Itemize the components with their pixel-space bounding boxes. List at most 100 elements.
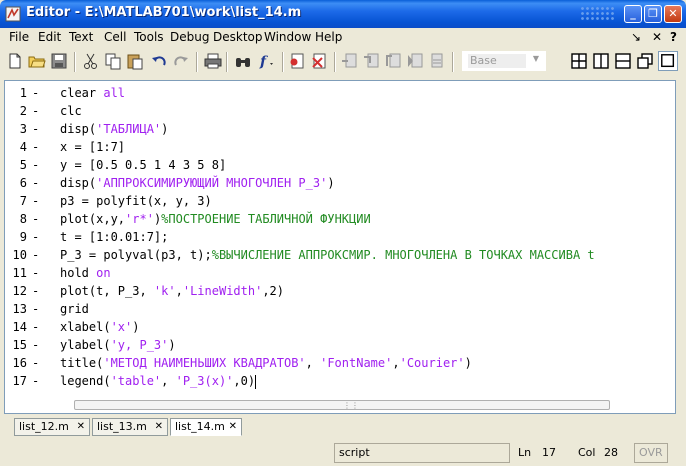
float-icon[interactable] (636, 52, 654, 70)
undock-icon[interactable]: ↘ (631, 30, 641, 44)
tab-label: list_14.m (175, 420, 225, 433)
breakpoint-dash[interactable]: - (32, 336, 39, 354)
save-icon[interactable] (50, 52, 68, 70)
code-text: ylabel( (60, 338, 111, 352)
code-string: 'МЕТОД НАИМЕНЬШИХ КВАДРАТОВ' (103, 356, 306, 370)
tab-list-12[interactable]: list_12.m ✕ (14, 418, 90, 436)
code-line[interactable]: disp('АППРОКСИМИРУЮЩИЙ МНОГОЧЛЕН P_3') (60, 174, 655, 192)
code-area[interactable]: clear all clc disp('ТАБЛИЦА') x = [1:7] y = … (60, 84, 655, 390)
code-line[interactable]: P_3 = polyval(p3, t);%ВЫЧИСЛЕНИЕ АППРОКС… (60, 246, 655, 264)
maximize-icon[interactable] (658, 51, 678, 71)
menu-desktop[interactable]: Desktop (213, 30, 263, 44)
code-line[interactable]: hold on (60, 264, 655, 282)
code-line[interactable]: plot(x,y,'r*')%ПОСТРОЕНИЕ ТАБЛИЧНОЙ ФУНК… (60, 210, 655, 228)
menu-text[interactable]: Text (69, 30, 93, 44)
code-text: ,0) (233, 374, 256, 388)
code-line[interactable]: x = [1:7] (60, 138, 655, 156)
cut-icon[interactable] (82, 52, 100, 70)
breakpoint-dash[interactable]: - (32, 120, 39, 138)
code-line[interactable]: t = [1:0.01:7]; (60, 228, 655, 246)
breakpoint-dash[interactable]: - (32, 264, 39, 282)
tab-close-icon[interactable]: ✕ (77, 419, 85, 435)
print-icon[interactable] (204, 52, 222, 70)
code-line[interactable]: title('МЕТОД НАИМЕНЬШИХ КВАДРАТОВ', 'Fon… (60, 354, 655, 372)
split-horizontal-icon[interactable] (614, 52, 632, 70)
copy-icon[interactable] (104, 52, 122, 70)
code-line[interactable]: ylabel('y, P_3') (60, 336, 655, 354)
open-folder-icon[interactable] (28, 52, 46, 70)
line-number: 17 (12, 374, 27, 388)
code-line[interactable]: grid (60, 300, 655, 318)
scrollbar-thumb[interactable]: ⋮⋮ (74, 400, 610, 410)
menu-window[interactable]: Window (264, 30, 311, 44)
menu-edit[interactable]: Edit (38, 30, 61, 44)
code-line[interactable]: clc (60, 102, 655, 120)
undo-icon[interactable] (150, 52, 168, 70)
code-line[interactable]: clear all (60, 84, 655, 102)
paste-icon[interactable] (126, 52, 144, 70)
restore-button[interactable]: ❐ (644, 5, 662, 23)
tab-close-icon[interactable]: ✕ (229, 419, 237, 435)
tile-icon[interactable] (570, 52, 588, 70)
step-icon[interactable] (340, 52, 358, 70)
code-line[interactable]: y = [0.5 0.5 1 4 3 5 8] (60, 156, 655, 174)
breakpoint-dash[interactable]: - (32, 138, 39, 156)
menu-file[interactable]: File (9, 30, 29, 44)
breakpoint-dash[interactable]: - (32, 156, 39, 174)
new-file-icon[interactable] (6, 52, 24, 70)
code-line[interactable]: disp('ТАБЛИЦА') (60, 120, 655, 138)
code-line[interactable]: p3 = polyfit(x, y, 3) (60, 192, 655, 210)
tab-list-14[interactable]: list_14.m ✕ (170, 418, 242, 436)
close-button[interactable]: ✕ (664, 5, 682, 23)
split-vertical-icon[interactable] (592, 52, 610, 70)
breakpoint-dash[interactable]: - (32, 192, 39, 210)
menu-tools[interactable]: Tools (134, 30, 164, 44)
breakpoint-dash[interactable]: - (32, 372, 39, 390)
continue-icon[interactable] (406, 52, 424, 70)
menu-help[interactable]: Help (315, 30, 342, 44)
breakpoint-dash[interactable]: - (32, 246, 39, 264)
menu-debug[interactable]: Debug (170, 30, 209, 44)
line-number: 15 (12, 338, 27, 352)
stack-select[interactable]: Base ▼ (462, 51, 546, 71)
breakpoint-dash[interactable]: - (32, 84, 39, 102)
code-editor[interactable]: 1 2 3 4 5 6 7 8 9 10 11 12 13 14 15 16 17 --------------… (4, 80, 676, 414)
breakpoint-dash[interactable]: - (32, 282, 39, 300)
exit-debug-icon[interactable] (428, 52, 446, 70)
code-text: ) (464, 356, 472, 370)
code-text: p3 = polyfit(x, y, 3) (60, 194, 212, 208)
step-out-icon[interactable] (384, 52, 402, 70)
code-line[interactable]: xlabel('x') (60, 318, 655, 336)
vertical-scrollbar[interactable] (665, 81, 675, 398)
line-number: 16 (12, 356, 27, 370)
clear-breakpoint-icon[interactable] (310, 52, 328, 70)
breakpoint-dash[interactable]: - (32, 318, 39, 336)
code-string: 'FontName' (320, 356, 393, 370)
line-number: 1 (19, 86, 27, 100)
titlebar-decoration (580, 6, 616, 22)
set-breakpoint-icon[interactable] (288, 52, 306, 70)
step-in-icon[interactable] (362, 52, 380, 70)
code-line[interactable]: legend('table', 'P_3(x)',0) (60, 372, 655, 390)
code-string: 'АППРОКСИМИРУЮЩИЙ МНОГОЧЛЕН P_3' (96, 176, 328, 190)
close-document-icon[interactable]: ✕ (652, 30, 662, 44)
breakpoint-dash[interactable]: - (32, 228, 39, 246)
line-label: Ln (518, 446, 532, 459)
breakpoint-dash[interactable]: - (32, 354, 39, 372)
tab-close-icon[interactable]: ✕ (155, 419, 163, 435)
function-icon[interactable]: f (258, 52, 276, 70)
code-text: title( (60, 356, 104, 370)
tab-list-13[interactable]: list_13.m ✕ (92, 418, 168, 436)
breakpoint-dash[interactable]: - (32, 210, 39, 228)
code-line[interactable]: plot(t, P_3, 'k','LineWidth',2) (60, 282, 655, 300)
breakpoint-dash[interactable]: - (32, 300, 39, 318)
breakpoint-dash[interactable]: - (32, 102, 39, 120)
breakpoint-dash[interactable]: - (32, 174, 39, 192)
help-icon[interactable]: ? (670, 30, 677, 44)
menu-cell[interactable]: Cell (104, 30, 126, 44)
find-icon[interactable] (234, 52, 252, 70)
redo-icon[interactable] (172, 52, 190, 70)
horizontal-scrollbar[interactable]: ⋮⋮ (66, 398, 649, 413)
breakpoint-markers[interactable]: ----------------- (32, 84, 39, 390)
minimize-button[interactable]: _ (624, 5, 642, 23)
